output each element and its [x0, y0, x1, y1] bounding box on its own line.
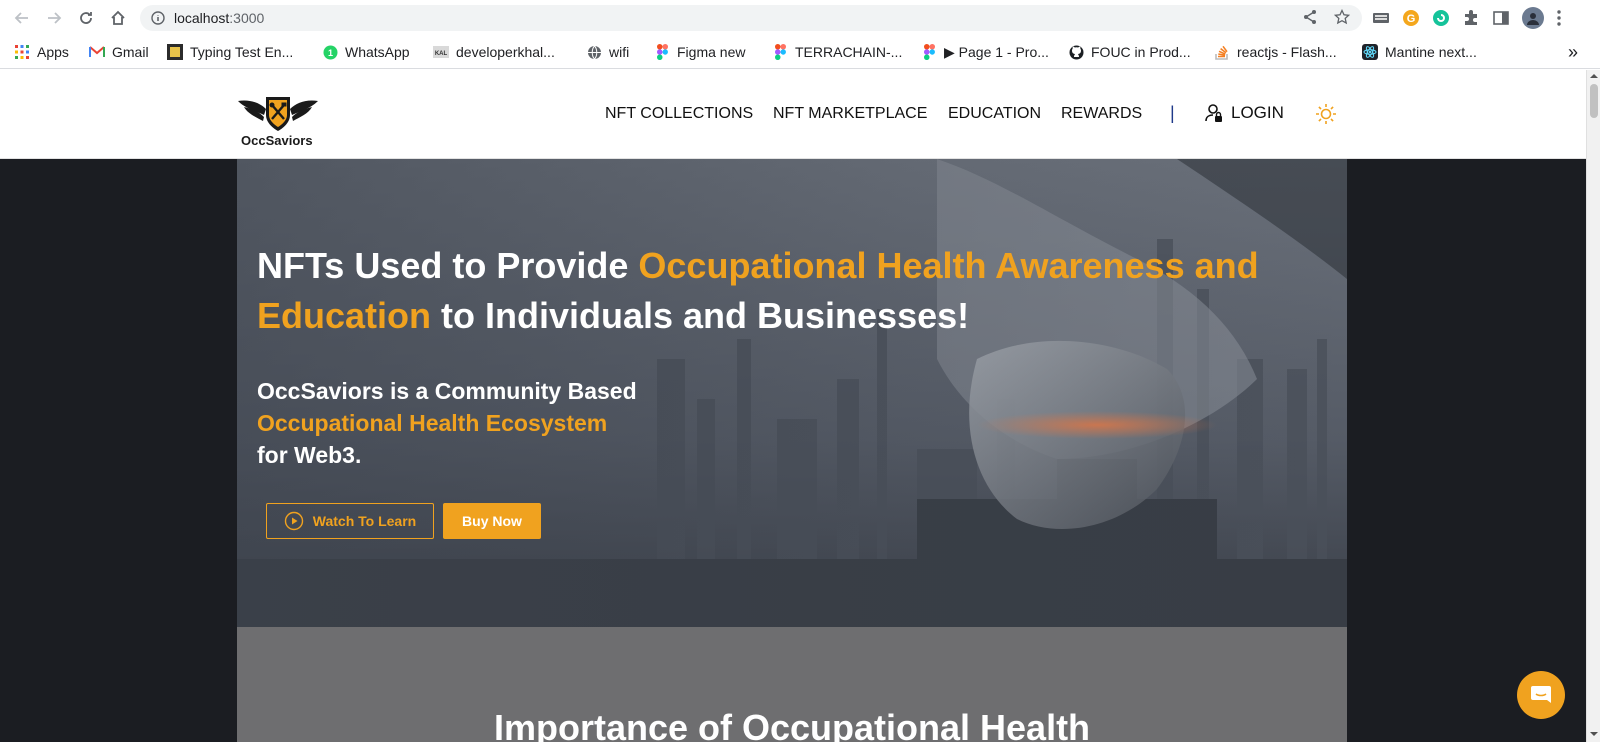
- globe-icon: [586, 44, 602, 60]
- home-button[interactable]: [104, 4, 132, 32]
- profile-avatar[interactable]: [1522, 7, 1544, 29]
- arrow-right-icon: [48, 12, 62, 24]
- bookmark-page-1[interactable]: ▶ Page 1 - Pro...: [921, 42, 1049, 62]
- bookmark-mantine[interactable]: Mantine next...: [1362, 42, 1477, 62]
- chevron-double-right-icon: »: [1568, 41, 1579, 62]
- info-icon: [151, 11, 165, 25]
- login-button[interactable]: LOGIN: [1205, 103, 1284, 123]
- chat-icon: [1531, 686, 1551, 703]
- extension-grammarly-g-icon[interactable]: G: [1402, 9, 1420, 27]
- whatsapp-icon: 1: [322, 44, 338, 60]
- stackoverflow-icon: [1214, 44, 1230, 60]
- reload-button[interactable]: [72, 4, 100, 32]
- svg-text:G: G: [1407, 13, 1416, 25]
- bookmark-whatsapp[interactable]: 1 WhatsApp: [322, 42, 410, 62]
- extensions-area: G: [1372, 4, 1562, 32]
- nav-rewards[interactable]: REWARDS: [1061, 105, 1142, 123]
- site-header: OccSaviors NFT COLLECTIONS NFT MARKETPLA…: [0, 70, 1586, 159]
- side-panel-icon[interactable]: [1492, 9, 1510, 27]
- bookmark-reactjs[interactable]: reactjs - Flash...: [1214, 42, 1337, 62]
- page-scrollbar[interactable]: [1586, 70, 1600, 742]
- bookmark-label: Figma new: [677, 44, 746, 60]
- watch-to-learn-button[interactable]: Watch To Learn: [266, 503, 434, 539]
- nav-education[interactable]: EDUCATION: [948, 105, 1041, 123]
- arrow-left-icon: [14, 12, 28, 24]
- hero-subtitle-highlight: Occupational Health Ecosystem: [257, 410, 608, 436]
- extension-keyboard-icon[interactable]: [1372, 11, 1390, 25]
- nav-nft-collections[interactable]: NFT COLLECTIONS: [605, 105, 753, 123]
- bookmark-typing-test[interactable]: Typing Test En...: [167, 42, 293, 62]
- shield-wings-logo-icon: [238, 97, 318, 131]
- gmail-icon: [89, 44, 105, 60]
- hero-subtitle-line3: for Web3.: [257, 442, 362, 468]
- figma-icon: [654, 44, 670, 60]
- hero-section: NFTs Used to Provide Occupational Health…: [237, 159, 1347, 627]
- bookmark-fouc[interactable]: FOUC in Prod...: [1068, 42, 1191, 62]
- github-icon: [1068, 44, 1084, 60]
- address-bar[interactable]: localhost:3000: [140, 5, 1362, 31]
- svg-text:KAL: KAL: [435, 51, 448, 57]
- home-icon: [111, 10, 125, 25]
- bookmark-label: Gmail: [112, 44, 149, 60]
- url-text: localhost:3000: [174, 10, 265, 26]
- nav-divider: |: [1170, 103, 1175, 123]
- scroll-up-arrow-icon[interactable]: [1590, 72, 1598, 80]
- login-label: LOGIN: [1231, 103, 1284, 122]
- bookmark-label: TERRACHAIN-...: [795, 44, 903, 60]
- site-logo-text: OccSaviors: [241, 133, 313, 148]
- person-icon: [1527, 13, 1539, 25]
- bookmark-label: Typing Test En...: [190, 44, 294, 60]
- bookmark-gmail[interactable]: Gmail: [89, 42, 149, 62]
- figma-icon: [921, 44, 937, 60]
- scrollbar-thumb[interactable]: [1590, 84, 1598, 118]
- bookmark-developer[interactable]: KAL developerkhal...: [433, 42, 555, 62]
- hero-subtitle: OccSaviors is a Community Based Occupati…: [257, 375, 757, 471]
- theme-toggle-button[interactable]: [1315, 103, 1337, 130]
- hero-title: NFTs Used to Provide Occupational Health…: [257, 245, 1259, 336]
- reload-icon: [80, 12, 92, 24]
- nav-nft-marketplace[interactable]: NFT MARKETPLACE: [773, 105, 927, 123]
- page-viewport: OccSaviors NFT COLLECTIONS NFT MARKETPLA…: [0, 70, 1586, 742]
- bookmark-label: reactjs - Flash...: [1237, 44, 1337, 60]
- typing-test-icon: [167, 44, 183, 60]
- apps-grid-icon: [14, 44, 30, 60]
- star-icon[interactable]: [1334, 9, 1350, 25]
- bookmark-label: developerkhal...: [456, 44, 555, 60]
- figma-icon: [772, 44, 788, 60]
- importance-section-title: Importance of Occupational Health: [493, 707, 1091, 742]
- play-circle-icon: [284, 511, 303, 531]
- watch-to-learn-label: Watch To Learn: [312, 513, 417, 529]
- bookmark-label: WhatsApp: [345, 44, 410, 60]
- kebab-menu-icon[interactable]: [1556, 9, 1562, 27]
- bookmark-label: wifi: [609, 44, 630, 60]
- hero-subtitle-line1: OccSaviors is a Community Based: [257, 378, 637, 404]
- developer-icon: KAL: [433, 44, 449, 60]
- bookmark-label: FOUC in Prod...: [1091, 44, 1191, 60]
- bookmark-apps[interactable]: Apps: [14, 42, 69, 62]
- react-icon: [1362, 44, 1378, 60]
- bookmark-label: Apps: [37, 44, 69, 60]
- buy-now-button[interactable]: Buy Now: [443, 503, 541, 539]
- bookmark-figma-new[interactable]: Figma new: [654, 42, 745, 62]
- bookmark-label: Mantine next...: [1385, 44, 1477, 60]
- share-icon[interactable]: [1302, 9, 1318, 25]
- bookmark-wifi[interactable]: wifi: [586, 42, 629, 62]
- extension-grammarly-icon[interactable]: [1432, 9, 1450, 27]
- forward-button[interactable]: [40, 4, 68, 32]
- importance-section: Importance of Occupational Health: [237, 627, 1347, 742]
- puzzle-icon[interactable]: [1462, 9, 1480, 27]
- sun-icon: [1316, 104, 1336, 124]
- bookmark-terrachain[interactable]: TERRACHAIN-...: [772, 42, 902, 62]
- bookmarks-bar: Apps Gmail Typing Test En... 1 WhatsApp …: [0, 36, 1600, 69]
- browser-toolbar: localhost:3000 G: [0, 0, 1600, 36]
- svg-text:1: 1: [327, 48, 332, 58]
- bookmarks-overflow-button[interactable]: »: [1568, 42, 1578, 62]
- user-lock-icon: [1205, 104, 1222, 122]
- chat-launcher-button[interactable]: [1517, 671, 1565, 719]
- back-button[interactable]: [8, 4, 36, 32]
- scroll-down-arrow-icon[interactable]: [1590, 730, 1598, 738]
- bookmark-label: ▶ Page 1 - Pro...: [944, 43, 1049, 60]
